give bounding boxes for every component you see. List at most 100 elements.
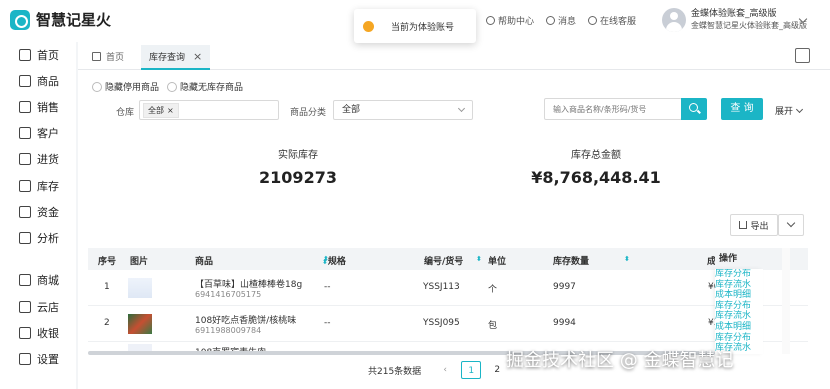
page-1-button[interactable]: 1 xyxy=(461,361,482,379)
expand-filters-link[interactable]: 展开 xyxy=(775,104,804,117)
stock-flow-link[interactable]: 库存流水 xyxy=(715,280,763,291)
export-label: 导出 xyxy=(750,221,769,232)
filter-checkboxes: 隐藏停用商品 隐藏无库存商品 xyxy=(92,80,243,93)
sidebar-item-label: 云店 xyxy=(37,301,59,314)
row-index: 2 xyxy=(104,318,110,328)
product-barcode: 6941416705175 xyxy=(195,290,262,299)
header-sku: 编号/货号 xyxy=(424,257,464,267)
stock-total-amount-value: ¥8,768,448.41 xyxy=(531,168,661,187)
product-name[interactable]: 【百草味】山楂棒棒卷18g xyxy=(195,277,302,290)
product-unit: 个 xyxy=(488,285,498,295)
header-unit: 单位 xyxy=(488,257,507,267)
header-sku-sort[interactable]: ⬍ xyxy=(468,254,482,264)
hide-zero-stock-checkbox[interactable]: 隐藏无库存商品 xyxy=(167,80,243,93)
cost-detail-link[interactable]: 成本明细 xyxy=(715,322,763,333)
vertical-scrollbar[interactable] xyxy=(782,248,790,354)
watermark: 掘金技术社区 @ 金蝶智慧记 xyxy=(506,350,734,371)
close-icon[interactable]: × xyxy=(193,50,202,63)
warehouse-chip[interactable]: 全部 × xyxy=(143,102,179,118)
sidebar-item-label: 客户 xyxy=(37,127,59,140)
header-product-label: 商品 xyxy=(195,257,214,267)
sidebar-item-sales[interactable]: 销售 xyxy=(0,97,76,117)
header-spec-label: 规格 xyxy=(327,257,346,267)
toast-message: 当前为体验账号 xyxy=(391,22,455,33)
chevron-down-icon xyxy=(795,105,804,113)
category-select[interactable]: 全部 xyxy=(333,100,473,120)
table-header: 序号 图片 商品 ⬍ ⬍规格 编号/货号 ⬍ 单位 库存数量 ⬍ 成本价 xyxy=(88,248,808,270)
table-row[interactable]: 1 【百草味】山楂棒棒卷18g 6941416705175 -- YSSJ113… xyxy=(88,270,808,306)
sidebar-item-cloud-store[interactable]: 云店 xyxy=(0,297,76,317)
sidebar-item-mall[interactable]: 商城 xyxy=(0,270,76,290)
checkbox-icon xyxy=(167,81,178,92)
sidebar-item-inventory[interactable]: 库存 xyxy=(0,176,76,196)
header-qty-sort[interactable]: ⬍ xyxy=(616,254,630,264)
sidebar-item-label: 商品 xyxy=(37,75,59,88)
sidebar-item-customer[interactable]: 客户 xyxy=(0,123,76,143)
product-spec: -- xyxy=(324,318,331,328)
analysis-icon xyxy=(19,232,31,244)
online-service-link[interactable]: 在线客服 xyxy=(588,14,636,27)
stock-distribution-link[interactable]: 库存分布 xyxy=(715,301,763,312)
bell-icon xyxy=(546,16,556,25)
product-sku: YSSJ095 xyxy=(423,318,460,328)
header-qty: 库存数量 xyxy=(553,257,590,267)
sidebar-item-goods[interactable]: 商品 xyxy=(0,71,76,91)
fullscreen-icon[interactable] xyxy=(795,48,810,63)
checkbox-icon xyxy=(92,81,102,92)
stock-flow-link[interactable]: 库存流水 xyxy=(715,311,763,322)
user-menu[interactable]: 金蝶体验账套_高级版 金蝶智慧记星火体验账套_高级版 xyxy=(662,8,807,32)
stock-distribution-link[interactable]: 库存分布 xyxy=(715,269,763,280)
export-button[interactable]: 导出 xyxy=(730,214,778,236)
expand-label: 展开 xyxy=(775,107,794,117)
export-icon xyxy=(739,221,748,229)
product-name[interactable]: 108好吃点香脆饼/核桃味 xyxy=(195,313,296,326)
header-spec: ⬍规格 xyxy=(322,254,347,267)
purchase-icon xyxy=(19,153,31,165)
sidebar-item-funds[interactable]: 资金 xyxy=(0,202,76,222)
toast-notice: 当前为体验账号 xyxy=(354,9,476,43)
stock-distribution-link[interactable]: 库存分布 xyxy=(715,333,763,344)
cost-detail-link[interactable]: 成本明细 xyxy=(715,290,763,301)
product-sku: YSSJ113 xyxy=(423,282,460,292)
header-product[interactable]: 商品 xyxy=(195,254,213,267)
sidebar-item-home[interactable]: 首页 xyxy=(0,45,76,65)
tab-inventory-query[interactable]: 库存查询 × xyxy=(141,45,211,70)
actual-stock-value: 2109273 xyxy=(259,168,337,187)
warehouse-select[interactable]: 全部 × xyxy=(139,100,279,120)
sidebar-item-label: 商城 xyxy=(37,274,59,287)
export-more-button[interactable] xyxy=(778,214,804,236)
tab-home[interactable]: 首页 xyxy=(92,50,124,63)
stock-qty: 9997 xyxy=(553,282,576,292)
messages-label: 消息 xyxy=(558,17,577,27)
online-service-label: 在线客服 xyxy=(600,17,637,27)
sidebar: 首页 商品 销售 客户 进货 库存 资金 分析 商城 云店 收银 设置 xyxy=(0,42,76,389)
table-row[interactable]: 2 108好吃点香脆饼/核桃味 6911988009784 -- YSSJ095… xyxy=(88,306,808,342)
category-label: 商品分类 xyxy=(290,108,327,118)
warehouse-chip-label: 全部 xyxy=(148,105,164,115)
search-button[interactable] xyxy=(681,98,707,120)
warehouse-label: 仓库 xyxy=(116,108,135,118)
sidebar-item-purchase[interactable]: 进货 xyxy=(0,149,76,169)
sidebar-item-label: 设置 xyxy=(37,353,59,366)
sidebar-item-settings[interactable]: 设置 xyxy=(0,349,76,369)
help-center-link[interactable]: 帮助中心 xyxy=(486,14,534,27)
query-button[interactable]: 查 询 xyxy=(721,98,763,120)
sidebar-item-analysis[interactable]: 分析 xyxy=(0,228,76,248)
category-value: 全部 xyxy=(342,105,361,115)
cashier-icon xyxy=(19,327,31,339)
product-spec: -- xyxy=(324,282,331,292)
hide-disabled-checkbox[interactable]: 隐藏停用商品 xyxy=(92,80,159,93)
search-input[interactable] xyxy=(544,98,682,120)
product-image xyxy=(128,314,152,334)
avatar xyxy=(662,8,686,32)
close-icon[interactable]: × xyxy=(167,106,174,115)
prev-page-button[interactable]: ‹ xyxy=(435,361,455,379)
app-logo[interactable]: 智慧记星火 xyxy=(10,9,111,30)
tab-home-label: 首页 xyxy=(106,53,125,63)
hide-zero-stock-label: 隐藏无库存商品 xyxy=(180,83,244,93)
sidebar-item-cashier[interactable]: 收银 xyxy=(0,323,76,343)
messages-link[interactable]: 消息 xyxy=(546,14,576,27)
tab-inventory-query-label: 库存查询 xyxy=(149,53,186,63)
page-2-button[interactable]: 2 xyxy=(487,361,507,379)
tab-bar: 首页 库存查询 × xyxy=(78,42,830,70)
